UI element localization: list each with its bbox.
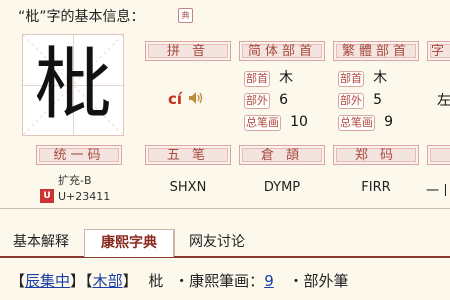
unicode-code: U+23411 xyxy=(58,190,111,203)
simplified-outside-row: 部外 6 xyxy=(244,89,288,109)
header-traditional-radical: 繁體部首 xyxy=(333,41,419,61)
radical-value: 木 xyxy=(279,70,294,86)
partial-bottom-value: 一丨 xyxy=(426,184,450,199)
total-strokes-tag: 总笔画 xyxy=(338,115,375,131)
kangxi-info-line: 【辰集中】【木部】 枇 ・康熙筆画：9 ・部外筆 xyxy=(10,270,349,291)
traditional-total-row: 总笔画 9 xyxy=(338,111,393,131)
tab-basic-explanation[interactable]: 基本解释 xyxy=(0,229,82,256)
zhengma-value: FIRR xyxy=(361,180,391,195)
unicode-logo-icon: U xyxy=(40,189,54,203)
character-display-box: 枇 xyxy=(22,34,124,136)
header-zhengma: 郑 码 xyxy=(333,145,419,165)
radical-value: 木 xyxy=(373,70,388,86)
total-strokes-tag: 总笔画 xyxy=(244,115,281,131)
bracket: 】 xyxy=(122,272,138,290)
outside-strokes-label: ・部外筆 xyxy=(288,272,349,290)
outside-tag: 部外 xyxy=(338,93,364,109)
cangjie-value: DYMP xyxy=(263,180,301,195)
traditional-outside-row: 部外 5 xyxy=(338,89,382,109)
header-pinyin: 拼 音 xyxy=(145,41,231,61)
wubi-value: SHXN xyxy=(169,180,207,195)
bracket: 【 xyxy=(10,272,26,290)
unicode-block: 扩充-B xyxy=(58,174,92,187)
header-unified-code: 统一码 xyxy=(36,145,122,165)
tab-kangxi-dictionary[interactable]: 康熙字典 xyxy=(84,229,174,257)
header-partial: 字 xyxy=(427,41,450,61)
speaker-icon[interactable] xyxy=(188,91,204,108)
header-partial-bottom xyxy=(427,145,450,165)
bracket: 】 xyxy=(70,272,86,290)
kangxi-strokes-label: ・康熙筆画： xyxy=(174,272,265,290)
header-cangjie: 倉 頡 xyxy=(239,145,325,165)
pinyin-text: cí xyxy=(168,90,183,108)
simplified-total-row: 总笔画 10 xyxy=(244,111,308,131)
page-title: “枇”字的基本信息： xyxy=(18,9,145,25)
kangxi-strokes-link[interactable]: 9 xyxy=(264,272,274,290)
dictionary-stamp-icon[interactable]: 典 xyxy=(178,8,193,23)
header-simplified-radical: 简体部首 xyxy=(239,41,325,61)
section-divider xyxy=(0,208,450,209)
link-chenji[interactable]: 辰集中 xyxy=(25,272,70,290)
simplified-radical-row: 部首 木 xyxy=(244,67,293,87)
big-character: 枇 xyxy=(33,40,112,130)
link-mubu[interactable]: 木部 xyxy=(93,272,123,290)
footer-character: 枇 xyxy=(148,272,164,290)
bracket: 【 xyxy=(85,272,93,290)
radical-tag: 部首 xyxy=(244,71,270,87)
traditional-radical-row: 部首 木 xyxy=(338,67,387,87)
radical-tag: 部首 xyxy=(338,71,364,87)
outside-value: 6 xyxy=(279,92,289,108)
total-strokes-value: 10 xyxy=(290,114,308,130)
total-strokes-value: 9 xyxy=(384,114,394,130)
tab-user-discussion[interactable]: 网友讨论 xyxy=(174,229,259,256)
outside-tag: 部外 xyxy=(244,93,270,109)
partial-value: 左 xyxy=(437,93,450,109)
header-wubi: 五 笔 xyxy=(145,145,231,165)
outside-value: 5 xyxy=(373,92,383,108)
